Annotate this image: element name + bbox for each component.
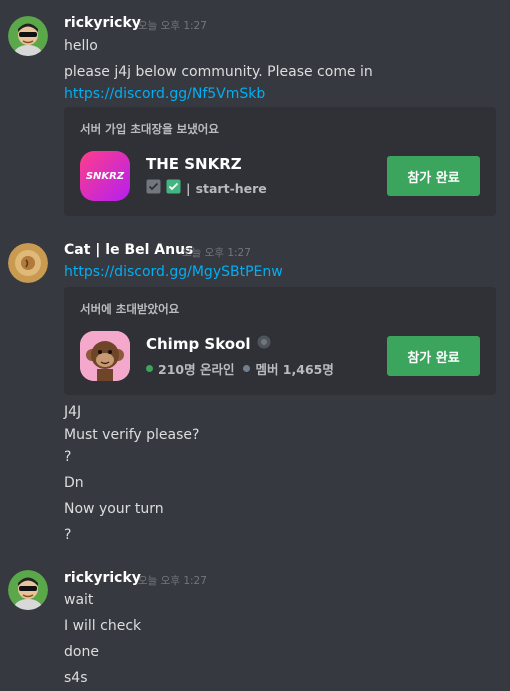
avatar-image xyxy=(8,570,48,610)
online-dot-icon xyxy=(146,365,153,372)
checkbox-grey-icon xyxy=(146,179,161,197)
server-icon[interactable]: SNKRZ xyxy=(80,151,130,201)
message-text: ? xyxy=(64,527,72,543)
chat-log: rickyricky 오늘 오후 1:27 hello please j4j b… xyxy=(0,0,510,691)
message-text: please j4j below community. Please come … xyxy=(64,64,373,80)
join-server-button[interactable]: 참가 완료 xyxy=(387,336,480,376)
message-timestamp: 오늘 오후 1:27 xyxy=(138,575,207,587)
member-dot-icon xyxy=(243,365,251,372)
user-avatar-cat[interactable] xyxy=(8,243,48,283)
message-text: Dn xyxy=(64,475,84,491)
invite-link[interactable]: https://discord.gg/Nf5VmSkb xyxy=(64,86,265,102)
checkbox-green-icon xyxy=(166,179,181,197)
server-channel-line: | start-here xyxy=(146,179,267,197)
message-text: s4s xyxy=(64,670,88,686)
message-text: hello xyxy=(64,38,98,54)
message-text: done xyxy=(64,644,99,660)
message-text: wait xyxy=(64,592,94,608)
avatar-image xyxy=(8,243,48,283)
server-stats: 210명 온라인 멤버 1,465명 xyxy=(146,359,334,378)
join-server-button[interactable]: 참가 완료 xyxy=(387,156,480,196)
avatar-image xyxy=(8,16,48,56)
server-name: THE SNKRZ xyxy=(146,155,242,173)
server-invite-card: 서버에 초대받았어요 Chimp Skool 210명 온라인 멤버 1,465… xyxy=(64,287,496,395)
invite-header: 서버에 초대받았어요 xyxy=(80,302,180,316)
message-text: Now your turn xyxy=(64,501,164,517)
message-text: ? xyxy=(64,449,72,465)
user-avatar-rickyricky[interactable] xyxy=(8,16,48,56)
server-icon[interactable] xyxy=(80,331,130,381)
channel-separator: | xyxy=(186,180,191,196)
member-count: 멤버 1,465명 xyxy=(255,362,334,377)
message-author[interactable]: Cat | le Bel Anus xyxy=(64,242,193,258)
server-icon-label: SNKRZ xyxy=(85,170,125,182)
verified-badge-icon xyxy=(257,335,271,353)
online-count: 210명 온라인 xyxy=(158,362,235,377)
message-timestamp: 오늘 오후 1:27 xyxy=(138,20,207,32)
invite-header: 서버 가입 초대장을 보냈어요 xyxy=(80,122,219,136)
message-text: J4J xyxy=(64,404,82,420)
server-invite-card: 서버 가입 초대장을 보냈어요 SNKRZ THE SNKRZ | start-… xyxy=(64,107,496,216)
server-name: Chimp Skool xyxy=(146,335,251,353)
message-author[interactable]: rickyricky xyxy=(64,570,141,586)
message-author[interactable]: rickyricky xyxy=(64,15,141,31)
message-text: Must verify please? xyxy=(64,427,200,443)
user-avatar-rickyricky[interactable] xyxy=(8,570,48,610)
invite-link[interactable]: https://discord.gg/MgySBtPEnw xyxy=(64,264,283,280)
server-name-row: Chimp Skool xyxy=(146,335,271,353)
channel-name: start-here xyxy=(195,180,267,196)
message-text: I will check xyxy=(64,618,142,634)
chimp-icon xyxy=(80,331,130,381)
message-timestamp: 오늘 오후 1:27 xyxy=(182,247,251,259)
